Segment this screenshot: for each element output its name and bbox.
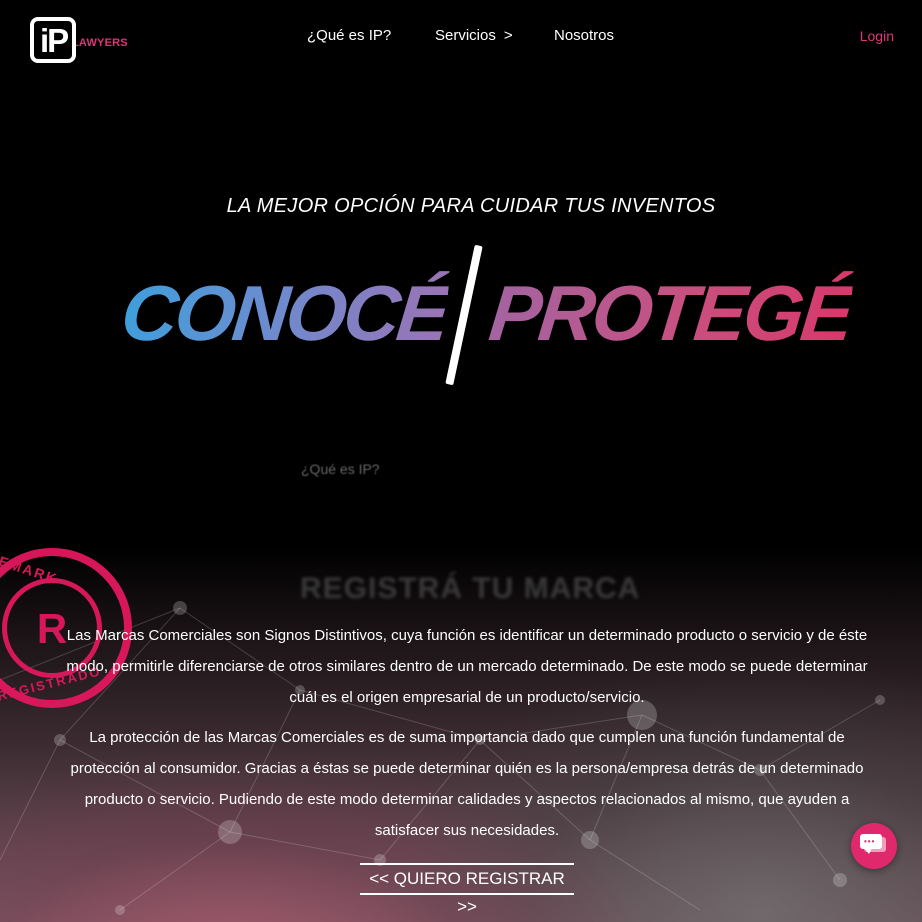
logo-wordmark: LAWYERS — [70, 36, 130, 50]
nav-item-nosotros[interactable]: Nosotros — [554, 27, 614, 44]
faded-nav-text: ¿Qué es IP? — [301, 461, 380, 477]
logo-mark-text: iP — [40, 22, 69, 59]
ip-lawyers-logo[interactable]: iP LAWYERS — [30, 17, 130, 63]
nav-item-que-es-ip[interactable]: ¿Qué es IP? — [307, 27, 391, 44]
hero-slash-divider — [445, 244, 483, 386]
trademark-paragraph-2: La protección de las Marcas Comerciales … — [70, 729, 864, 839]
chevron-right-icon: > — [503, 27, 513, 44]
trademark-section: ¿Qué es IP? REGISTRÁ TU MARCA DEMARK R R… — [0, 440, 922, 922]
trademark-paragraph-1: Las Marcas Comerciales son Signos Distin… — [66, 627, 868, 706]
faded-section-title: REGISTRÁ TU MARCA — [300, 572, 641, 605]
site-header: iP LAWYERS ¿Qué es IP? Servicios > Nosotr… — [0, 0, 922, 74]
logo-mark-icon: iP — [30, 17, 76, 63]
login-link[interactable]: Login — [860, 28, 894, 44]
chat-icon: ••• — [860, 834, 882, 854]
hero-word-conoce: CONOCÉ — [117, 269, 451, 357]
nav-item-servicios-label: Servicios — [435, 27, 496, 44]
quiero-registrar-button[interactable]: << QUIERO REGISTRAR >> — [360, 863, 574, 916]
chat-button[interactable]: ••• — [851, 823, 897, 869]
nav-item-servicios[interactable]: Servicios > — [435, 27, 513, 44]
chat-dots: ••• — [864, 837, 876, 846]
hero-tagline: LA MEJOR OPCIÓN PARA CUIDAR TUS INVENTOS — [226, 195, 716, 217]
hero-word-protege: PROTEGÉ — [485, 269, 856, 357]
